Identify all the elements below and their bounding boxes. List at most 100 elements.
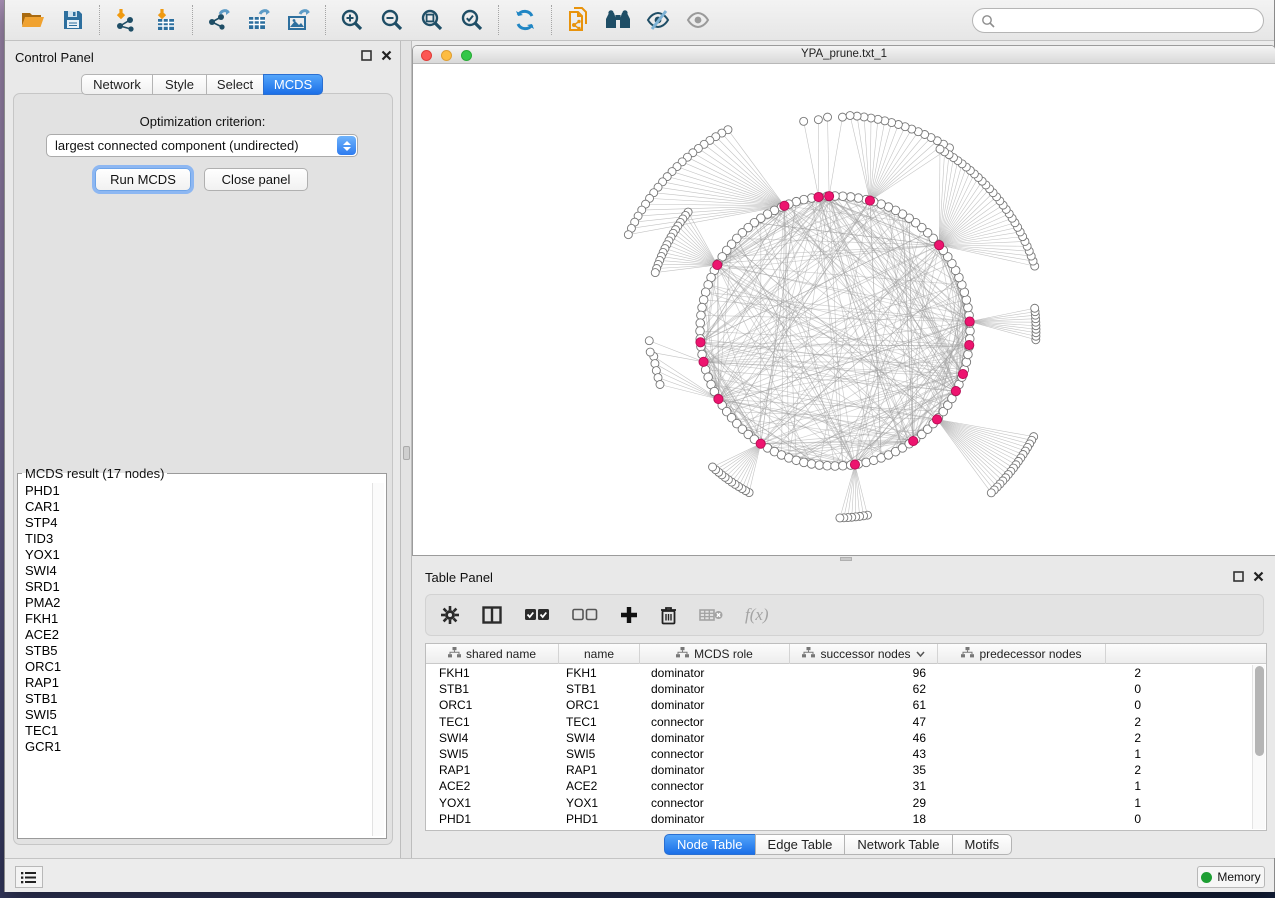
- add-column-icon[interactable]: [620, 606, 638, 624]
- tab-mcds[interactable]: MCDS: [263, 74, 323, 95]
- import-network-icon[interactable]: [106, 4, 146, 36]
- new-network-from-selection-icon[interactable]: [558, 4, 598, 36]
- table-row[interactable]: SWI5SWI5connector431: [426, 746, 1266, 762]
- column-header-predecessor-nodes[interactable]: predecessor nodes: [938, 644, 1106, 664]
- table-row[interactable]: STB1STB1dominator620: [426, 681, 1266, 697]
- mcds-result-item[interactable]: CAR1: [20, 499, 372, 515]
- zoom-selected-icon[interactable]: [452, 4, 492, 36]
- mcds-list-scrollbar[interactable]: [372, 483, 384, 836]
- mcds-result-item[interactable]: STB1: [20, 691, 372, 707]
- network-window-titlebar[interactable]: YPA_prune.txt_1: [413, 46, 1275, 64]
- save-icon[interactable]: [53, 4, 93, 36]
- mcds-result-item[interactable]: STP4: [20, 515, 372, 531]
- tab-node-table[interactable]: Node Table: [664, 834, 756, 855]
- column-header-shared-name[interactable]: shared name: [426, 644, 559, 664]
- mcds-result-item[interactable]: STB5: [20, 643, 372, 659]
- table-row[interactable]: FKH1FKH1dominator962: [426, 665, 1266, 681]
- float-table-panel-icon[interactable]: [1233, 571, 1244, 582]
- export-image-icon[interactable]: [279, 4, 319, 36]
- control-panel-tabs: NetworkStyleSelectMCDS: [81, 74, 323, 95]
- tab-select[interactable]: Select: [206, 74, 264, 95]
- tab-network[interactable]: Network: [81, 74, 153, 95]
- run-mcds-button[interactable]: Run MCDS: [95, 168, 191, 191]
- search-input[interactable]: [999, 11, 1263, 31]
- apply-layout-icon[interactable]: [505, 4, 545, 36]
- mcds-result-item[interactable]: ORC1: [20, 659, 372, 675]
- node-attribute-icon: [961, 647, 974, 661]
- import-table-icon[interactable]: [146, 4, 186, 36]
- zoom-in-icon[interactable]: [332, 4, 372, 36]
- toolbar-separator: [99, 5, 100, 35]
- memory-status-icon: [1201, 872, 1212, 883]
- close-table-panel-icon[interactable]: [1253, 571, 1264, 582]
- mcds-result-item[interactable]: GCR1: [20, 739, 372, 755]
- horizontal-splitter-handle[interactable]: [840, 557, 852, 561]
- mcds-result-item[interactable]: RAP1: [20, 675, 372, 691]
- first-neighbors-icon[interactable]: [598, 4, 638, 36]
- delete-column-icon[interactable]: [660, 606, 677, 625]
- select-all-icon[interactable]: [524, 608, 550, 622]
- optimization-criterion-dropdown[interactable]: largest connected component (undirected): [46, 134, 358, 157]
- search-box[interactable]: [972, 8, 1264, 33]
- node-attribute-icon: [448, 647, 461, 661]
- hide-selected-icon[interactable]: [638, 4, 678, 36]
- table-panel-title: Table Panel: [425, 570, 493, 585]
- network-canvas[interactable]: [413, 64, 1275, 555]
- zoom-fit-icon[interactable]: [412, 4, 452, 36]
- mcds-result-item[interactable]: TEC1: [20, 723, 372, 739]
- table-panel: Table Panel: [412, 562, 1275, 858]
- mcds-result-item[interactable]: FKH1: [20, 611, 372, 627]
- column-header-MCDS-role[interactable]: MCDS role: [640, 644, 790, 664]
- tab-style[interactable]: Style: [152, 74, 207, 95]
- table-panel-tabs: Node TableEdge TableNetwork TableMotifs: [664, 834, 1012, 855]
- close-panel-icon[interactable]: [381, 50, 392, 61]
- mcds-result-item[interactable]: TID3: [20, 531, 372, 547]
- memory-button[interactable]: Memory: [1197, 866, 1265, 888]
- mcds-result-item[interactable]: PHD1: [20, 483, 372, 499]
- table-row[interactable]: ORC1ORC1dominator610: [426, 697, 1266, 713]
- mcds-result-item[interactable]: PMA2: [20, 595, 372, 611]
- table-row[interactable]: RAP1RAP1dominator352: [426, 762, 1266, 778]
- table-row[interactable]: YOX1YOX1connector291: [426, 795, 1266, 811]
- table-options-gear-icon[interactable]: [440, 605, 460, 625]
- mcds-result-item[interactable]: SWI4: [20, 563, 372, 579]
- mcds-result-item[interactable]: SWI5: [20, 707, 372, 723]
- mcds-result-item[interactable]: YOX1: [20, 547, 372, 563]
- column-header-successor-nodes[interactable]: successor nodes: [790, 644, 938, 664]
- column-header-name[interactable]: name: [559, 644, 640, 664]
- vertical-splitter[interactable]: [401, 41, 412, 858]
- main-toolbar: [5, 0, 1274, 41]
- show-columns-icon[interactable]: [482, 606, 502, 624]
- show-all-icon[interactable]: [678, 4, 718, 36]
- export-network-icon[interactable]: [199, 4, 239, 36]
- table-row[interactable]: SWI4SWI4dominator462: [426, 730, 1266, 746]
- toolbar-separator: [325, 5, 326, 35]
- network-window-title: YPA_prune.txt_1: [413, 48, 1275, 60]
- mcds-result-item[interactable]: ACE2: [20, 627, 372, 643]
- tab-edge-table[interactable]: Edge Table: [755, 834, 846, 855]
- table-row[interactable]: PHD1PHD1dominator180: [426, 811, 1266, 827]
- table-row[interactable]: ACE2ACE2connector311: [426, 778, 1266, 794]
- dropdown-stepper-icon: [337, 136, 356, 155]
- node-attribute-icon: [802, 647, 815, 661]
- apply-function-icon: f(x): [745, 605, 769, 625]
- float-panel-icon[interactable]: [361, 50, 372, 61]
- open-file-icon[interactable]: [13, 4, 53, 36]
- table-scrollbar[interactable]: [1252, 665, 1265, 829]
- node-table: shared namenameMCDS rolesuccessor nodesp…: [425, 643, 1267, 831]
- vertical-splitter-handle[interactable]: [403, 446, 410, 460]
- tab-network-table[interactable]: Network Table: [844, 834, 952, 855]
- table-row[interactable]: TEC1TEC1connector472: [426, 714, 1266, 730]
- toolbar-separator: [498, 5, 499, 35]
- table-header-row: shared namenameMCDS rolesuccessor nodesp…: [426, 644, 1266, 664]
- toolbar-separator: [551, 5, 552, 35]
- tab-motifs[interactable]: Motifs: [952, 834, 1013, 855]
- status-menu-button[interactable]: [15, 866, 43, 888]
- zoom-out-icon[interactable]: [372, 4, 412, 36]
- mcds-result-item[interactable]: SRD1: [20, 579, 372, 595]
- close-panel-button[interactable]: Close panel: [204, 168, 308, 191]
- control-panel-title: Control Panel: [15, 50, 94, 65]
- table-scrollbar-thumb[interactable]: [1255, 666, 1264, 756]
- export-table-icon[interactable]: [239, 4, 279, 36]
- deselect-all-icon[interactable]: [572, 608, 598, 622]
